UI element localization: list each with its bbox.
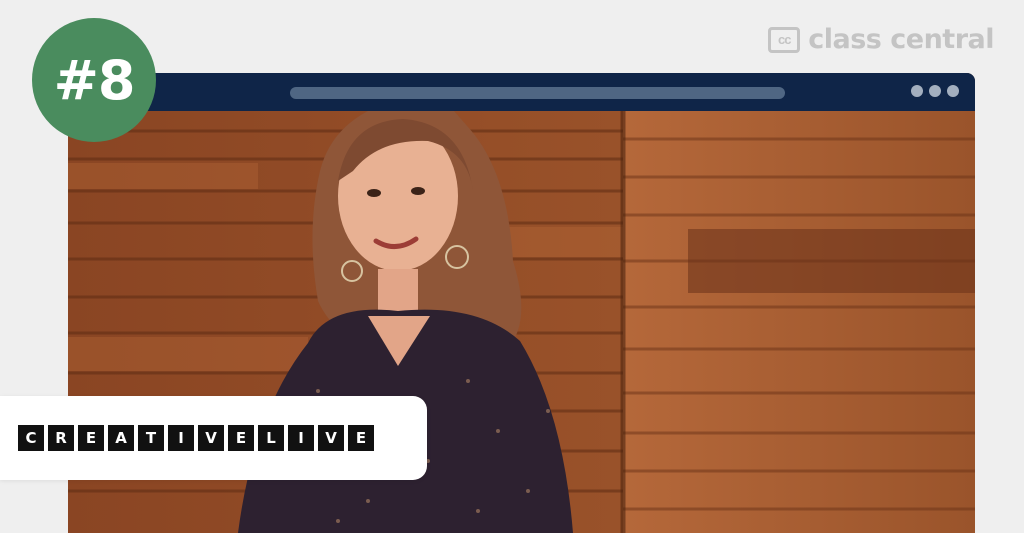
cc-logo-icon: cc xyxy=(768,26,801,53)
more-dots-icon[interactable] xyxy=(911,85,959,97)
provider-letter: I xyxy=(168,425,194,451)
provider-letter: I xyxy=(288,425,314,451)
provider-letter: E xyxy=(228,425,254,451)
provider-letter: T xyxy=(138,425,164,451)
rank-badge: #8 xyxy=(32,18,156,142)
provider-letter: V xyxy=(318,425,344,451)
provider-label: CREATIVELIVE xyxy=(0,396,427,480)
brand-name: class central xyxy=(808,24,994,55)
provider-letter: C xyxy=(18,425,44,451)
dot xyxy=(911,85,923,97)
provider-letter: V xyxy=(198,425,224,451)
class-central-logo: cc class central xyxy=(768,24,994,55)
browser-titlebar xyxy=(68,73,975,111)
dot xyxy=(929,85,941,97)
rank-number: #8 xyxy=(53,48,136,112)
provider-letter: E xyxy=(78,425,104,451)
provider-letter: A xyxy=(108,425,134,451)
dot xyxy=(947,85,959,97)
provider-letter: R xyxy=(48,425,74,451)
address-bar[interactable] xyxy=(290,87,785,99)
provider-letter: L xyxy=(258,425,284,451)
provider-letter: E xyxy=(348,425,374,451)
creativelive-logo: CREATIVELIVE xyxy=(18,425,374,451)
